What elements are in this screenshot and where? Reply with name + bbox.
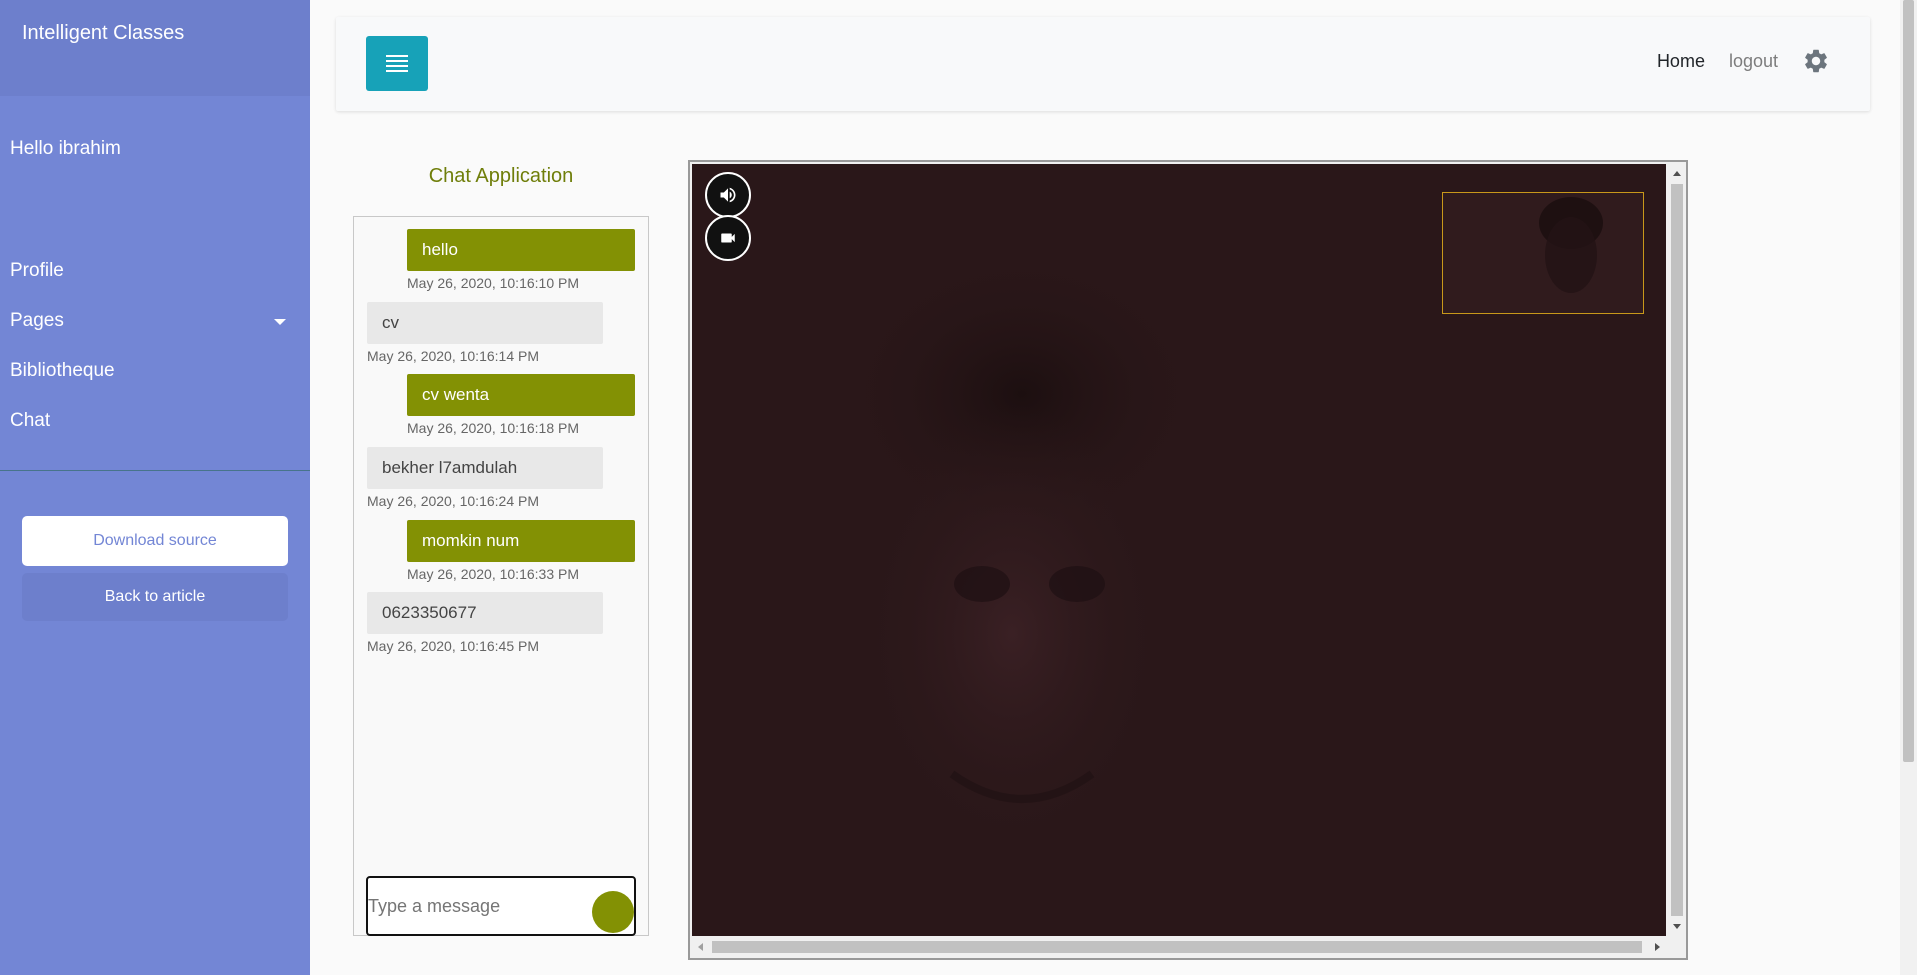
scrollbar-thumb[interactable] bbox=[1671, 184, 1683, 916]
camera-icon bbox=[721, 233, 735, 243]
logout-link[interactable]: logout bbox=[1729, 51, 1778, 72]
sidebar-item-chat[interactable]: Chat bbox=[0, 396, 310, 446]
sidebar-item-pages[interactable]: Pages bbox=[0, 296, 310, 346]
message-composer bbox=[366, 876, 636, 936]
brand-title: Intelligent Classes bbox=[22, 22, 185, 44]
message-timestamp: May 26, 2020, 10:16:24 PM bbox=[367, 493, 539, 509]
sidebar-cta: Download source Back to article bbox=[22, 516, 288, 621]
message-bubble: 0623350677 bbox=[367, 592, 603, 634]
message-outgoing: cv wenta May 26, 2020, 10:16:18 PM bbox=[407, 374, 635, 436]
page-scrollbar-thumb[interactable] bbox=[1903, 0, 1914, 762]
page-scrollbar[interactable] bbox=[1900, 0, 1917, 975]
message-incoming: 0623350677 May 26, 2020, 10:16:45 PM bbox=[367, 592, 603, 654]
sidebar-item-bibliotheque[interactable]: Bibliotheque bbox=[0, 346, 310, 396]
message-bubble: bekher l7amdulah bbox=[367, 447, 603, 489]
chat-title: Chat Application bbox=[428, 165, 574, 187]
scroll-up-arrow-icon[interactable] bbox=[1673, 171, 1681, 176]
video-call-frame bbox=[688, 160, 1688, 960]
video-horizontal-scrollbar[interactable] bbox=[692, 938, 1668, 956]
message-bubble: cv bbox=[367, 302, 603, 344]
speaker-icon bbox=[720, 187, 736, 203]
send-button[interactable] bbox=[592, 891, 634, 933]
message-bubble: hello bbox=[407, 229, 635, 271]
message-input[interactable] bbox=[368, 878, 588, 934]
sidebar-item-label: Bibliotheque bbox=[10, 360, 115, 381]
camera-toggle-button[interactable] bbox=[705, 215, 751, 261]
message-incoming: cv May 26, 2020, 10:16:14 PM bbox=[367, 302, 603, 364]
local-video-preview[interactable] bbox=[1442, 192, 1644, 314]
video-vertical-scrollbar[interactable] bbox=[1668, 164, 1686, 936]
sidebar-toggle-button[interactable] bbox=[366, 36, 428, 91]
back-to-article-button[interactable]: Back to article bbox=[22, 573, 288, 621]
local-video-image bbox=[1539, 197, 1603, 293]
download-source-button[interactable]: Download source bbox=[22, 516, 288, 566]
sidebar-divider bbox=[0, 470, 310, 471]
scroll-down-arrow-icon[interactable] bbox=[1673, 924, 1681, 929]
remote-video bbox=[692, 164, 1666, 936]
sidebar-item-label: Profile bbox=[10, 260, 64, 281]
sidebar-item-profile[interactable]: Profile bbox=[0, 246, 310, 296]
top-navbar: Home logout bbox=[336, 17, 1870, 111]
sidebar-item-label: Chat bbox=[10, 410, 51, 431]
message-timestamp: May 26, 2020, 10:16:18 PM bbox=[407, 420, 579, 436]
menu-lines-icon bbox=[386, 52, 408, 75]
home-link[interactable]: Home bbox=[1657, 51, 1705, 72]
top-links: Home logout bbox=[1657, 47, 1830, 75]
message-outgoing: hello May 26, 2020, 10:16:10 PM bbox=[407, 229, 635, 291]
sidebar-item-label: Pages bbox=[10, 310, 64, 331]
message-bubble: cv wenta bbox=[407, 374, 635, 416]
message-incoming: bekher l7amdulah May 26, 2020, 10:16:24 … bbox=[367, 447, 603, 509]
chat-panel: hello May 26, 2020, 10:16:10 PM cv May 2… bbox=[353, 216, 649, 936]
sidebar: Intelligent Classes Hello ibrahim Profil… bbox=[0, 0, 310, 975]
gear-icon[interactable] bbox=[1802, 47, 1830, 75]
mute-button[interactable] bbox=[705, 172, 751, 218]
message-timestamp: May 26, 2020, 10:16:14 PM bbox=[367, 348, 539, 364]
message-timestamp: May 26, 2020, 10:16:10 PM bbox=[407, 275, 579, 291]
message-timestamp: May 26, 2020, 10:16:45 PM bbox=[367, 638, 539, 654]
message-bubble: momkin num bbox=[407, 520, 635, 562]
scrollbar-thumb[interactable] bbox=[712, 941, 1642, 953]
user-greeting: Hello ibrahim bbox=[10, 138, 121, 159]
message-timestamp: May 26, 2020, 10:16:33 PM bbox=[407, 566, 579, 582]
scroll-left-arrow-icon[interactable] bbox=[698, 943, 703, 951]
message-outgoing: momkin num May 26, 2020, 10:16:33 PM bbox=[407, 520, 635, 582]
scroll-right-arrow-icon[interactable] bbox=[1655, 943, 1660, 951]
sidebar-header: Intelligent Classes bbox=[0, 0, 310, 96]
caret-down-icon bbox=[274, 319, 286, 325]
sidebar-nav: Profile Pages Bibliotheque Chat bbox=[0, 246, 310, 446]
